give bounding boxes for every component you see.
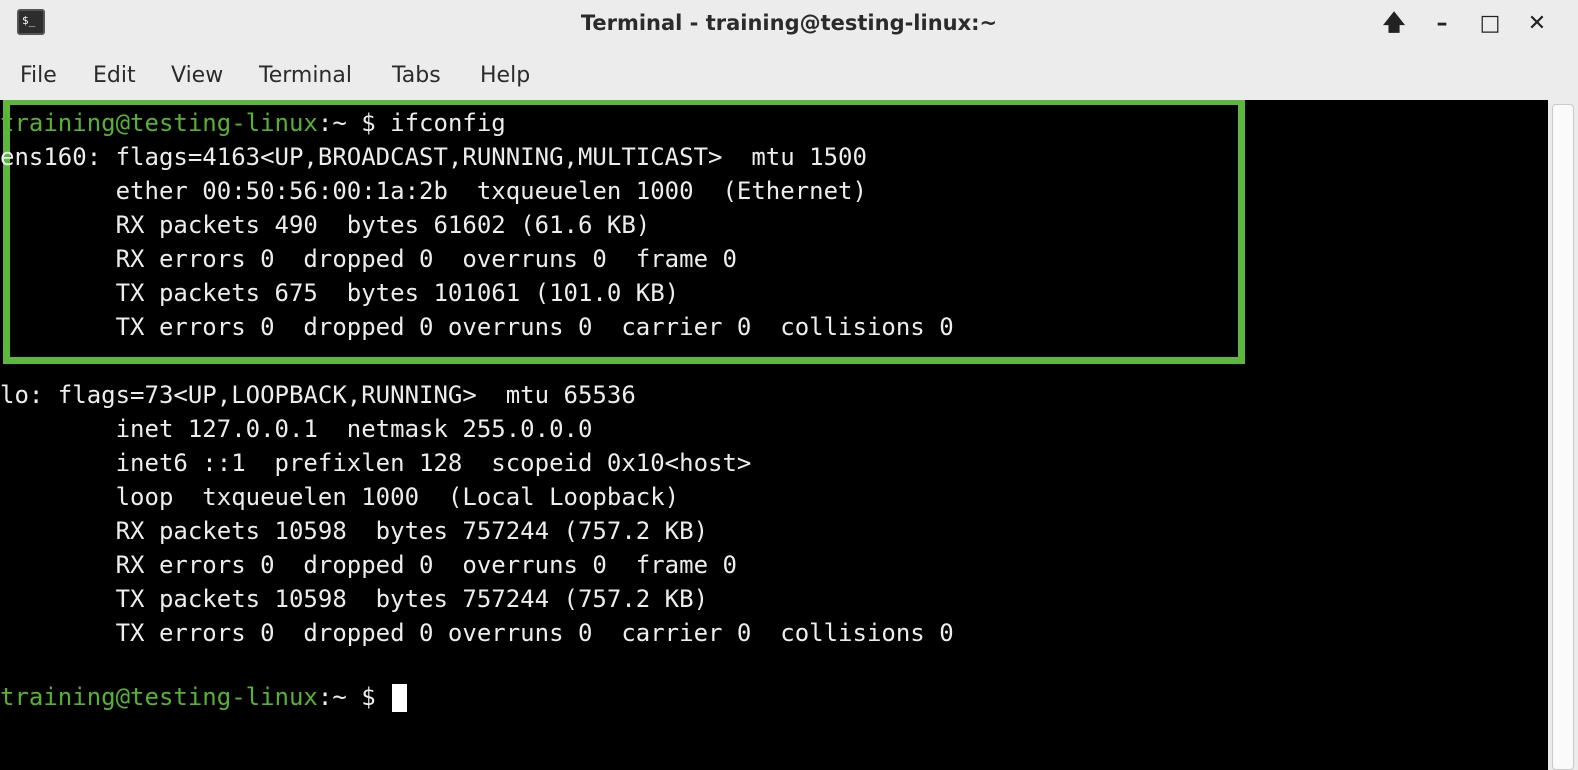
maximize-button[interactable]: □ xyxy=(1473,8,1507,40)
output-line: RX errors 0 dropped 0 overruns 0 frame 0 xyxy=(0,245,737,273)
menu-terminal[interactable]: Terminal xyxy=(259,50,352,100)
output-line: loop txqueuelen 1000 (Local Loopback) xyxy=(0,483,680,511)
prompt-user: training@testing-linux xyxy=(0,683,318,711)
text-cursor[interactable] xyxy=(392,684,408,712)
output-line: inet 127.0.0.1 netmask 255.0.0.0 xyxy=(0,415,593,443)
output-line: TX errors 0 dropped 0 overruns 0 carrier… xyxy=(0,619,954,647)
prompt-separator: :~ $ xyxy=(317,683,391,711)
terminal-output[interactable]: training@testing-linux:~ $ ifconfig ens1… xyxy=(0,100,1548,770)
scrollbar-thumb[interactable] xyxy=(1552,104,1574,770)
output-line: TX packets 675 bytes 101061 (101.0 KB) xyxy=(0,279,680,307)
menu-view[interactable]: View xyxy=(171,50,223,100)
output-line: ens160: flags=4163<UP,BROADCAST,RUNNING,… xyxy=(0,143,867,171)
arrow-up-icon[interactable]: 🡅 xyxy=(1377,8,1411,40)
prompt-separator: :~ $ xyxy=(317,109,391,137)
close-button[interactable]: ✕ xyxy=(1520,8,1554,40)
menu-bar: File Edit View Terminal Tabs Help xyxy=(0,50,1578,100)
output-line: inet6 ::1 prefixlen 128 scopeid 0x10<hos… xyxy=(0,449,752,477)
command-text: ifconfig xyxy=(390,109,506,137)
output-line: lo: flags=73<UP,LOOPBACK,RUNNING> mtu 65… xyxy=(0,381,636,409)
vertical-scrollbar[interactable] xyxy=(1548,100,1578,770)
terminal-window: $_ Terminal - training@testing-linux:~ 🡅… xyxy=(0,0,1578,770)
output-line: ether 00:50:56:00:1a:2b txqueuelen 1000 … xyxy=(0,177,867,205)
prompt-user: training@testing-linux xyxy=(0,109,318,137)
title-bar[interactable]: $_ Terminal - training@testing-linux:~ 🡅… xyxy=(0,0,1578,50)
window-title: Terminal - training@testing-linux:~ xyxy=(580,11,998,35)
output-line: RX packets 490 bytes 61602 (61.6 KB) xyxy=(0,211,651,239)
prompt-line: training@testing-linux:~ $ ifconfig xyxy=(0,106,506,140)
menu-edit[interactable]: Edit xyxy=(93,50,136,100)
output-line: RX packets 10598 bytes 757244 (757.2 KB) xyxy=(0,517,709,545)
menu-help[interactable]: Help xyxy=(480,50,530,100)
output-line: TX packets 10598 bytes 757244 (757.2 KB) xyxy=(0,585,709,613)
menu-file[interactable]: File xyxy=(20,50,57,100)
menu-tabs[interactable]: Tabs xyxy=(392,50,441,100)
output-line: TX errors 0 dropped 0 overruns 0 carrier… xyxy=(0,313,954,341)
output-line: RX errors 0 dropped 0 overruns 0 frame 0 xyxy=(0,551,737,579)
minimize-button[interactable]: – xyxy=(1425,8,1459,40)
prompt-line: training@testing-linux:~ $ xyxy=(0,680,408,714)
